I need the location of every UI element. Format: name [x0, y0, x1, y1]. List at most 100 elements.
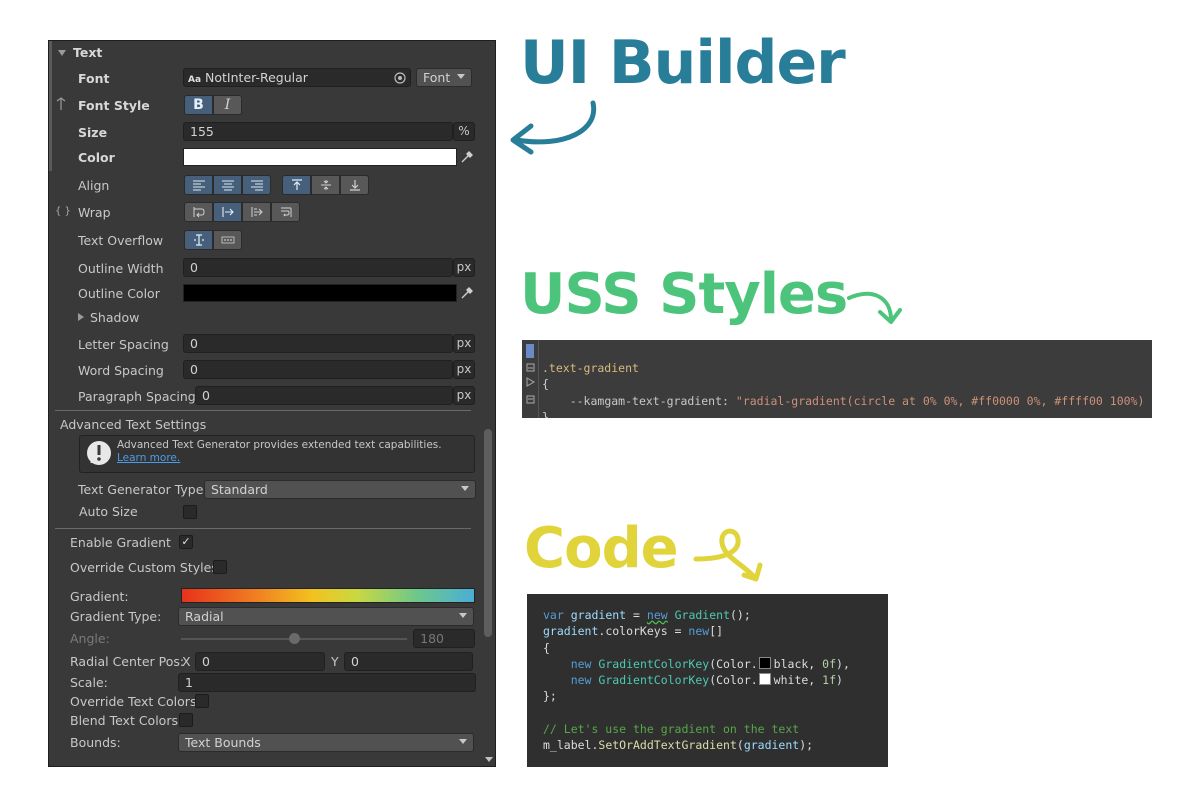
size-input[interactable]: 155 [183, 122, 453, 141]
fold-markers-icon [526, 363, 536, 404]
text-section-header[interactable]: Text [49, 43, 477, 63]
wrap-icon [193, 207, 205, 218]
letter-spacing-label: Letter Spacing [78, 337, 169, 352]
bold-toggle[interactable]: B [184, 95, 213, 115]
uss-close-brace: } [542, 410, 549, 418]
align-center-button[interactable] [213, 175, 242, 195]
info-message: Advanced Text Generator provides extende… [117, 439, 467, 465]
code-token: m_label. [543, 738, 599, 753]
overflow-ellipsis-button[interactable] [213, 230, 242, 250]
inspector-panel: Text Font Aa NotInter-Regular Font Font … [48, 40, 496, 767]
scrollbar-thumb[interactable] [484, 429, 492, 637]
scroll-down-arrow-icon[interactable] [485, 757, 493, 763]
paragraph-spacing-unit[interactable]: px [453, 386, 475, 405]
bounds-dropdown[interactable]: Text Bounds [178, 733, 474, 752]
auto-size-label: Auto Size [79, 504, 138, 519]
outline-width-input[interactable]: 0 [183, 258, 453, 277]
angle-slider-thumb[interactable] [289, 633, 300, 644]
eyedropper-icon[interactable] [459, 285, 475, 301]
enable-gradient-checkbox[interactable]: ✓ [179, 535, 193, 549]
angle-input[interactable]: 180 [413, 629, 475, 648]
text-section-title: Text [73, 45, 103, 60]
font-field[interactable]: Aa NotInter-Regular [183, 68, 411, 87]
bounds-row: Bounds: Text Bounds [49, 732, 477, 754]
gradient-preview[interactable] [181, 588, 475, 603]
letter-spacing-input[interactable]: 0 [183, 334, 453, 353]
text-overflow-toggle-group [184, 230, 242, 250]
code-token: (Color. [709, 673, 758, 688]
auto-size-checkbox[interactable] [183, 505, 197, 519]
text-overflow-row: Text Overflow [49, 230, 477, 252]
wrap-label: Wrap [78, 205, 111, 220]
csharp-code: var gradient = new Gradient(); gradient.… [543, 608, 850, 753]
outline-width-row: Outline Width 0 px [49, 258, 477, 280]
learn-more-link[interactable]: Learn more. [117, 452, 180, 464]
override-text-colors-checkbox[interactable] [195, 694, 209, 708]
bounds-label: Bounds: [70, 735, 121, 750]
wrap-nowrap-button[interactable] [213, 202, 242, 222]
gradient-type-dropdown[interactable]: Radial [178, 607, 474, 626]
gradient-type-row: Gradient Type: Radial [49, 606, 477, 628]
override-indicator-icon [56, 97, 66, 110]
wrap-pre-button[interactable] [271, 202, 300, 222]
pre-wrap-icon [280, 207, 291, 217]
wrap-preserve-button[interactable] [242, 202, 271, 222]
align-right-button[interactable] [242, 175, 271, 195]
font-type-dropdown[interactable]: Font [416, 68, 472, 87]
info-text: Advanced Text Generator provides extende… [117, 439, 442, 451]
font-style-toggle-group: B I [184, 95, 242, 115]
angle-label: Angle: [70, 631, 110, 646]
italic-toggle[interactable]: I [213, 95, 242, 115]
word-spacing-label: Word Spacing [78, 363, 164, 378]
align-middle-button[interactable] [311, 175, 340, 195]
override-custom-styles-label: Override Custom Styles [70, 560, 218, 575]
color-swatch[interactable] [183, 148, 457, 166]
paragraph-spacing-input[interactable]: 0 [195, 386, 453, 405]
object-picker-icon[interactable] [394, 72, 406, 84]
font-type-value: Font [423, 70, 451, 85]
csharp-code-editor: var gradient = new Gradient(); gradient.… [527, 594, 888, 767]
text-generator-type-dropdown[interactable]: Standard [204, 480, 476, 499]
align-top-button[interactable] [282, 175, 311, 195]
code-token: black [773, 656, 809, 671]
align-bottom-button[interactable] [340, 175, 369, 195]
size-row: Size 155 % [49, 122, 477, 144]
radial-center-y-input[interactable]: 0 [344, 652, 473, 671]
code-token: [] [709, 624, 724, 639]
code-token: GradientColorKey [598, 656, 710, 671]
variable-binding-icon: { } [55, 206, 71, 217]
auto-size-row: Auto Size [49, 501, 477, 523]
uss-open-brace: { [542, 377, 549, 391]
outline-color-swatch[interactable] [183, 284, 457, 302]
paragraph-spacing-label: Paragraph Spacing [78, 389, 196, 404]
code-token: var [543, 608, 564, 622]
outline-width-unit[interactable]: px [453, 258, 475, 277]
code-token: ( [736, 738, 744, 753]
gradient-type-value: Radial [185, 609, 224, 624]
word-spacing-input[interactable]: 0 [183, 360, 453, 379]
align-left-button[interactable] [184, 175, 213, 195]
overflow-clip-button[interactable] [184, 230, 213, 250]
blend-text-colors-checkbox[interactable] [179, 713, 193, 727]
font-style-label: Font Style [78, 98, 150, 113]
radial-center-x-input[interactable]: 0 [195, 652, 325, 671]
override-custom-styles-checkbox[interactable] [213, 560, 227, 574]
color-row: Color [49, 147, 477, 169]
size-label: Size [78, 125, 108, 140]
align-row: Align [49, 175, 477, 197]
gradient-row: Gradient: [49, 586, 477, 608]
word-spacing-unit[interactable]: px [453, 360, 475, 379]
wrap-normal-button[interactable] [184, 202, 213, 222]
outline-width-label: Outline Width [78, 261, 164, 276]
divider [55, 410, 471, 411]
font-row: Font Aa NotInter-Regular Font [49, 68, 477, 90]
letter-spacing-unit[interactable]: px [453, 334, 475, 353]
enable-gradient-label: Enable Gradient [70, 535, 171, 550]
paragraph-spacing-row: Paragraph Spacing 0 px [49, 386, 477, 408]
eyedropper-icon[interactable] [459, 149, 475, 165]
scale-input[interactable]: 1 [178, 673, 476, 692]
chevron-down-icon [457, 74, 465, 79]
size-unit[interactable]: % [453, 122, 475, 141]
code-token: new [646, 608, 668, 622]
shadow-foldout[interactable]: Shadow [49, 307, 477, 329]
